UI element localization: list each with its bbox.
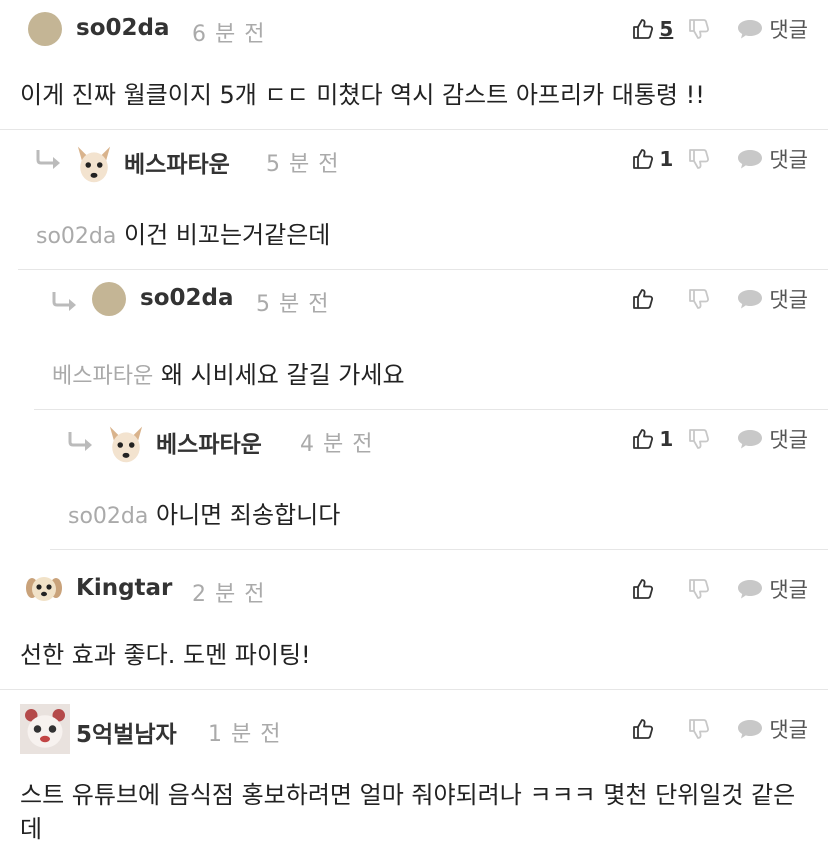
comment-header: 베스파타운 5 분 전 1 댓글 xyxy=(18,130,828,188)
reply-label: 댓글 xyxy=(769,428,808,452)
speech-bubble-icon xyxy=(737,578,763,600)
comment-actions: 댓글 xyxy=(631,284,808,314)
speech-bubble-icon xyxy=(737,428,763,450)
comment-item: so02da 5 분 전 댓글 베스파타운 왜 시비세요 갈길 가세요 xyxy=(34,270,828,410)
reply-arrow-icon xyxy=(66,430,96,452)
comment-actions: 1 댓글 xyxy=(631,424,808,454)
mention-link[interactable]: so02da xyxy=(68,504,148,529)
reply-label: 댓글 xyxy=(769,288,808,312)
comment-header: so02da 6 분 전 5 댓글 xyxy=(0,0,828,58)
comment-text: 이게 진짜 월클이지 5개 ㄷㄷ 미쳤다 역시 감스트 아프리카 대통령 !! xyxy=(20,81,705,109)
avatar[interactable] xyxy=(92,282,126,316)
like-button[interactable] xyxy=(631,717,687,741)
comment-header: Kingtar 2 분 전 댓글 xyxy=(0,550,828,608)
reply-label: 댓글 xyxy=(769,718,808,742)
avatar[interactable] xyxy=(28,12,62,46)
avatar[interactable] xyxy=(102,422,150,468)
thumbs-up-icon xyxy=(631,577,655,601)
comment-author[interactable]: so02da xyxy=(76,15,169,41)
comment-author[interactable]: 5억벌남자 xyxy=(76,715,177,749)
comment-time: 6 분 전 xyxy=(192,22,266,47)
speech-bubble-icon xyxy=(737,288,763,310)
comment-body: 스트 유튜브에 음식점 홍보하려면 얼마 줘야되려나 ㅋㅋㅋ 몇천 단위일것 같… xyxy=(20,778,804,846)
comment-item: so02da 6 분 전 5 댓글 이게 진짜 월클이지 5개 ㄷㄷ 미쳤다 역… xyxy=(0,0,828,130)
comment-item: 베스파타운 5 분 전 1 댓글 so02da 이건 비꼬는거같은데 xyxy=(18,130,828,270)
comment-header: so02da 5 분 전 댓글 xyxy=(34,270,828,328)
comment-text: 선한 효과 좋다. 도멘 파이팅! xyxy=(20,641,311,669)
thumbs-down-icon xyxy=(687,287,711,311)
reply-label: 댓글 xyxy=(769,148,808,172)
comment-time: 5 분 전 xyxy=(266,152,340,177)
like-button[interactable]: 1 xyxy=(631,147,687,171)
comment-actions: 1 댓글 xyxy=(631,144,808,174)
thumbs-down-icon xyxy=(687,147,711,171)
comment-time: 4 분 전 xyxy=(300,432,374,457)
like-count: 5 xyxy=(659,17,674,41)
thumbs-down-icon xyxy=(687,577,711,601)
comment-actions: 5 댓글 xyxy=(631,14,808,44)
comment-author[interactable]: Kingtar xyxy=(76,575,172,601)
thumbs-down-icon xyxy=(687,17,711,41)
comment-time: 5 분 전 xyxy=(256,292,330,317)
comment-body: 선한 효과 좋다. 도멘 파이팅! xyxy=(20,638,808,672)
comment-item: 5억벌남자 1 분 전 댓글 스트 유튜브에 음식점 홍보하려면 얼마 줘야되려… xyxy=(0,690,828,863)
mention-link[interactable]: 베스파타운 xyxy=(52,364,153,389)
like-button[interactable] xyxy=(631,577,687,601)
dislike-button[interactable] xyxy=(687,147,737,171)
speech-bubble-icon xyxy=(737,148,763,170)
reply-arrow-icon xyxy=(50,290,80,312)
comment-text: 이건 비꼬는거같은데 xyxy=(124,221,331,249)
comment-header: 베스파타운 4 분 전 1 댓글 xyxy=(50,410,828,468)
like-count: 1 xyxy=(659,147,674,171)
speech-bubble-icon xyxy=(737,18,763,40)
comment-time: 1 분 전 xyxy=(208,722,282,747)
comment-text: 아니면 죄송합니다 xyxy=(156,501,341,529)
speech-bubble-icon xyxy=(737,718,763,740)
dislike-button[interactable] xyxy=(687,427,737,451)
comment-body: so02da 이건 비꼬는거같은데 xyxy=(36,218,808,254)
comment-body: so02da 아니면 죄송합니다 xyxy=(68,498,808,534)
comment-author[interactable]: 베스파타운 xyxy=(124,145,230,179)
dislike-button[interactable] xyxy=(687,577,737,601)
like-button[interactable] xyxy=(631,287,687,311)
thumbs-down-icon xyxy=(687,717,711,741)
reply-button[interactable]: 댓글 xyxy=(737,424,808,454)
comment-item: Kingtar 2 분 전 댓글 선한 효과 좋다. 도멘 파이팅! xyxy=(0,550,828,690)
comment-time: 2 분 전 xyxy=(192,582,266,607)
thumbs-up-icon xyxy=(631,147,655,171)
reply-button[interactable]: 댓글 xyxy=(737,144,808,174)
comment-body: 베스파타운 왜 시비세요 갈길 가세요 xyxy=(52,358,808,394)
like-button[interactable]: 5 xyxy=(631,17,687,41)
thumbs-up-icon xyxy=(631,427,655,451)
reply-label: 댓글 xyxy=(769,578,808,602)
comment-text: 왜 시비세요 갈길 가세요 xyxy=(160,361,405,389)
thumbs-up-icon xyxy=(631,287,655,311)
avatar[interactable] xyxy=(70,142,118,188)
thumbs-up-icon xyxy=(631,17,655,41)
reply-label: 댓글 xyxy=(769,18,808,42)
reply-button[interactable]: 댓글 xyxy=(737,14,808,44)
dislike-button[interactable] xyxy=(687,17,737,41)
like-count: 1 xyxy=(659,427,674,451)
comment-actions: 댓글 xyxy=(631,714,808,744)
dislike-button[interactable] xyxy=(687,717,737,741)
reply-arrow-icon xyxy=(34,148,64,170)
like-button[interactable]: 1 xyxy=(631,427,687,451)
comment-actions: 댓글 xyxy=(631,574,808,604)
reply-button[interactable]: 댓글 xyxy=(737,284,808,314)
comment-header: 5억벌남자 1 분 전 댓글 xyxy=(0,690,828,748)
mention-link[interactable]: so02da xyxy=(36,224,116,249)
reply-button[interactable]: 댓글 xyxy=(737,574,808,604)
comment-text: 스트 유튜브에 음식점 홍보하려면 얼마 줘야되려나 ㅋㅋㅋ 몇천 단위일것 같… xyxy=(20,781,796,843)
comment-item: 베스파타운 4 분 전 1 댓글 so02da 아니면 죄송합니다 xyxy=(50,410,828,550)
avatar[interactable] xyxy=(20,568,68,608)
comment-body: 이게 진짜 월클이지 5개 ㄷㄷ 미쳤다 역시 감스트 아프리카 대통령 !! xyxy=(20,78,808,112)
comment-author[interactable]: 베스파타운 xyxy=(156,425,262,459)
dislike-button[interactable] xyxy=(687,287,737,311)
comment-author[interactable]: so02da xyxy=(140,285,233,311)
thumbs-up-icon xyxy=(631,717,655,741)
thumbs-down-icon xyxy=(687,427,711,451)
avatar[interactable] xyxy=(20,704,70,754)
reply-button[interactable]: 댓글 xyxy=(737,714,808,744)
